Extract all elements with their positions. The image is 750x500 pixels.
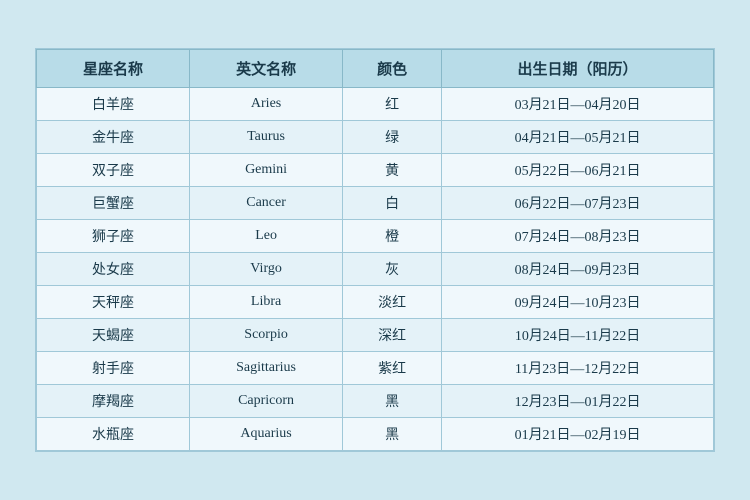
cell-dates: 05月22日—06月21日 — [442, 154, 714, 187]
table-row: 白羊座Aries红03月21日—04月20日 — [37, 88, 714, 121]
cell-chinese-name: 双子座 — [37, 154, 190, 187]
cell-english-name: Virgo — [190, 253, 343, 286]
cell-chinese-name: 巨蟹座 — [37, 187, 190, 220]
cell-english-name: Scorpio — [190, 319, 343, 352]
table-row: 射手座Sagittarius紫红11月23日—12月22日 — [37, 352, 714, 385]
header-color: 颜色 — [343, 50, 442, 88]
cell-chinese-name: 射手座 — [37, 352, 190, 385]
zodiac-table-container: 星座名称 英文名称 颜色 出生日期（阳历） 白羊座Aries红03月21日—04… — [35, 48, 715, 452]
cell-color: 淡红 — [343, 286, 442, 319]
header-dates: 出生日期（阳历） — [442, 50, 714, 88]
cell-english-name: Gemini — [190, 154, 343, 187]
cell-english-name: Libra — [190, 286, 343, 319]
table-row: 金牛座Taurus绿04月21日—05月21日 — [37, 121, 714, 154]
cell-english-name: Aries — [190, 88, 343, 121]
cell-color: 黄 — [343, 154, 442, 187]
cell-english-name: Cancer — [190, 187, 343, 220]
cell-dates: 11月23日—12月22日 — [442, 352, 714, 385]
cell-chinese-name: 处女座 — [37, 253, 190, 286]
cell-color: 紫红 — [343, 352, 442, 385]
table-body: 白羊座Aries红03月21日—04月20日金牛座Taurus绿04月21日—0… — [37, 88, 714, 451]
cell-chinese-name: 天秤座 — [37, 286, 190, 319]
cell-english-name: Leo — [190, 220, 343, 253]
cell-color: 黑 — [343, 385, 442, 418]
cell-chinese-name: 摩羯座 — [37, 385, 190, 418]
table-row: 天秤座Libra淡红09月24日—10月23日 — [37, 286, 714, 319]
cell-english-name: Sagittarius — [190, 352, 343, 385]
zodiac-table: 星座名称 英文名称 颜色 出生日期（阳历） 白羊座Aries红03月21日—04… — [36, 49, 714, 451]
cell-dates: 04月21日—05月21日 — [442, 121, 714, 154]
cell-dates: 06月22日—07月23日 — [442, 187, 714, 220]
header-chinese-name: 星座名称 — [37, 50, 190, 88]
cell-dates: 07月24日—08月23日 — [442, 220, 714, 253]
cell-dates: 01月21日—02月19日 — [442, 418, 714, 451]
cell-color: 橙 — [343, 220, 442, 253]
table-row: 摩羯座Capricorn黑12月23日—01月22日 — [37, 385, 714, 418]
cell-color: 白 — [343, 187, 442, 220]
table-row: 天蝎座Scorpio深红10月24日—11月22日 — [37, 319, 714, 352]
table-row: 处女座Virgo灰08月24日—09月23日 — [37, 253, 714, 286]
cell-color: 红 — [343, 88, 442, 121]
table-row: 双子座Gemini黄05月22日—06月21日 — [37, 154, 714, 187]
table-header-row: 星座名称 英文名称 颜色 出生日期（阳历） — [37, 50, 714, 88]
cell-color: 绿 — [343, 121, 442, 154]
cell-chinese-name: 天蝎座 — [37, 319, 190, 352]
cell-color: 灰 — [343, 253, 442, 286]
cell-dates: 09月24日—10月23日 — [442, 286, 714, 319]
cell-english-name: Capricorn — [190, 385, 343, 418]
table-row: 水瓶座Aquarius黑01月21日—02月19日 — [37, 418, 714, 451]
cell-dates: 03月21日—04月20日 — [442, 88, 714, 121]
cell-dates: 12月23日—01月22日 — [442, 385, 714, 418]
cell-chinese-name: 金牛座 — [37, 121, 190, 154]
cell-chinese-name: 白羊座 — [37, 88, 190, 121]
cell-chinese-name: 水瓶座 — [37, 418, 190, 451]
table-row: 狮子座Leo橙07月24日—08月23日 — [37, 220, 714, 253]
cell-english-name: Taurus — [190, 121, 343, 154]
table-row: 巨蟹座Cancer白06月22日—07月23日 — [37, 187, 714, 220]
cell-english-name: Aquarius — [190, 418, 343, 451]
header-english-name: 英文名称 — [190, 50, 343, 88]
cell-color: 深红 — [343, 319, 442, 352]
cell-dates: 10月24日—11月22日 — [442, 319, 714, 352]
cell-color: 黑 — [343, 418, 442, 451]
cell-dates: 08月24日—09月23日 — [442, 253, 714, 286]
cell-chinese-name: 狮子座 — [37, 220, 190, 253]
